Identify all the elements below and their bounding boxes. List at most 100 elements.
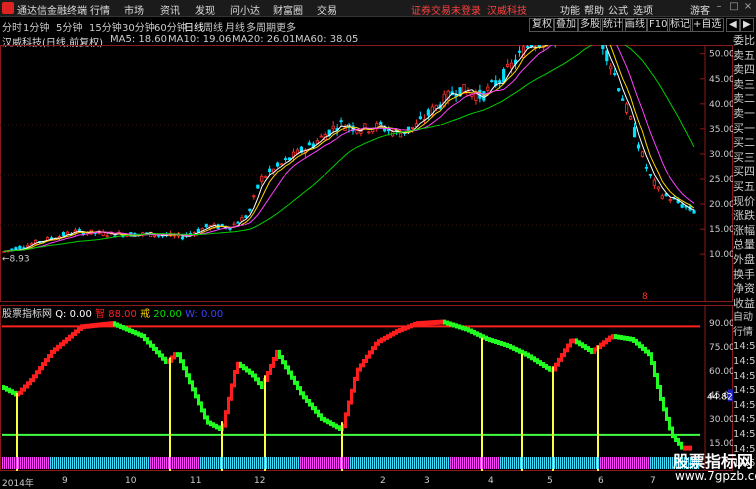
period-daily[interactable]: 日线	[184, 19, 204, 34]
period-15min[interactable]: 15分钟	[89, 19, 122, 34]
close-button[interactable]: ×	[741, 1, 755, 14]
period-weekly[interactable]: 周线	[203, 19, 223, 34]
volume-strip-bar	[300, 457, 302, 469]
next-arrow-icon[interactable]: ▶	[740, 18, 754, 32]
period-more[interactable]: 更多	[276, 19, 296, 34]
volume-strip-bar	[666, 457, 668, 469]
candle-body	[279, 163, 284, 166]
price-tick-label: 25.00	[709, 175, 733, 185]
kline-chart[interactable]: 55.0050.0045.0040.0035.0030.0025.0020.00…	[0, 45, 733, 303]
menu-zixun[interactable]: 资讯	[160, 2, 180, 17]
add-watchlist-button[interactable]: +自选	[690, 18, 725, 32]
indicator-bar	[365, 354, 368, 363]
indicator-bar	[98, 322, 101, 328]
candle-body	[276, 162, 280, 167]
indicator-tick-label: 30.00	[709, 415, 733, 425]
candle-body	[355, 130, 359, 134]
volume-strip-bar	[584, 457, 586, 469]
prev-arrow-icon[interactable]: ◀	[726, 18, 740, 32]
volume-strip-bar	[122, 457, 124, 469]
period-60min[interactable]: 60分钟	[154, 19, 187, 34]
ma-line	[3, 45, 695, 252]
menu-jiaoyi[interactable]: 交易	[317, 2, 337, 17]
volume-strip-bar	[68, 457, 70, 469]
period-monthly[interactable]: 月线	[225, 19, 245, 34]
volume-strip-bar	[344, 457, 346, 469]
indicator-bar	[248, 368, 251, 375]
indicator-bar	[575, 338, 578, 345]
candle-body	[632, 127, 637, 138]
maximize-button[interactable]: □	[727, 1, 741, 14]
minimize-button[interactable]: –	[712, 1, 726, 14]
draw-button[interactable]: 画线	[622, 18, 648, 32]
indicator-bar	[617, 334, 620, 340]
trade-login-notice[interactable]: 证券交易未登录	[411, 2, 481, 17]
volume-strip-bar	[304, 457, 306, 469]
volume-strip-bar	[668, 457, 670, 469]
volume-strip-bar	[634, 457, 636, 469]
volume-strip-bar	[470, 457, 472, 469]
volume-strip-bar	[422, 457, 424, 469]
volume-strip-bar	[342, 457, 344, 469]
fuquan-button[interactable]: 复权	[529, 18, 555, 32]
candle-body	[502, 68, 506, 83]
volume-strip-bar	[40, 457, 42, 469]
indicator-bar	[23, 384, 26, 392]
indicator-bar	[191, 380, 194, 392]
menu-gongneng[interactable]: 功能	[560, 2, 580, 17]
volume-strip-bar	[656, 457, 658, 469]
indicator-bar	[188, 373, 191, 385]
volume-strip-bar	[96, 457, 98, 469]
menu-faxian[interactable]: 发现	[195, 2, 215, 17]
volume-strip-bar	[562, 457, 564, 469]
volume-strip-bar	[48, 457, 50, 469]
volume-strip-bar	[266, 457, 268, 469]
volume-strip-bar	[482, 457, 484, 469]
indicator-bar	[374, 341, 377, 351]
volume-strip-bar	[130, 457, 132, 469]
volume-strip-bar	[448, 457, 450, 469]
price-tick-label: 30.00	[709, 150, 733, 160]
overlay-button[interactable]: 叠加	[553, 18, 579, 32]
period-5min[interactable]: 5分钟	[56, 19, 82, 34]
indicator-bar	[137, 331, 140, 337]
volume-strip-bar	[44, 457, 46, 469]
indicator-bar	[233, 370, 236, 388]
menu-shichang[interactable]: 市场	[124, 2, 144, 17]
indicator-bar	[65, 337, 68, 344]
indicator-bar	[209, 420, 212, 427]
menu-caifuquan[interactable]: 财富圈	[273, 2, 303, 17]
period-multi[interactable]: 多周期	[246, 19, 276, 34]
volume-strip-bar	[620, 457, 622, 469]
volume-strip-bar	[464, 457, 466, 469]
indicator-bar	[395, 329, 398, 335]
chart-frame	[0, 45, 733, 302]
guest-label[interactable]: 游客	[690, 2, 710, 17]
period-30min[interactable]: 30分钟	[122, 19, 155, 34]
menu-xuanxiang[interactable]: 选项	[633, 2, 653, 17]
volume-strip-bar	[144, 457, 146, 469]
indicator-bar	[11, 389, 14, 395]
indicator-bar	[281, 355, 284, 365]
candle-body	[77, 229, 81, 231]
period-1min[interactable]: 1分钟	[23, 19, 49, 34]
volume-strip-bar	[544, 457, 546, 469]
menu-wenxiaoda[interactable]: 问小达	[230, 2, 260, 17]
indicator-bar	[623, 335, 626, 341]
candle-body	[244, 215, 248, 218]
indicator-chart[interactable]: 90.0075.0060.0045.0030.0015.0044.82	[0, 305, 733, 476]
volume-strip-bar	[212, 457, 214, 469]
volume-strip-bar	[524, 457, 526, 469]
indicator-bar	[536, 358, 539, 365]
menu-gongshi[interactable]: 公式	[608, 2, 628, 17]
menu-hangqing[interactable]: 行情	[90, 2, 110, 17]
volume-strip-bar	[366, 457, 368, 469]
indicator-bar	[143, 333, 146, 342]
volume-strip-bar	[670, 457, 672, 469]
indicator-bar	[530, 354, 533, 361]
quote-field: 净资	[733, 282, 755, 296]
menu-bangzhu[interactable]: 帮助	[584, 2, 604, 17]
signal-marker: 8	[642, 292, 648, 302]
app-logo-icon	[2, 2, 14, 14]
period-fenshi[interactable]: 分时	[2, 19, 22, 34]
